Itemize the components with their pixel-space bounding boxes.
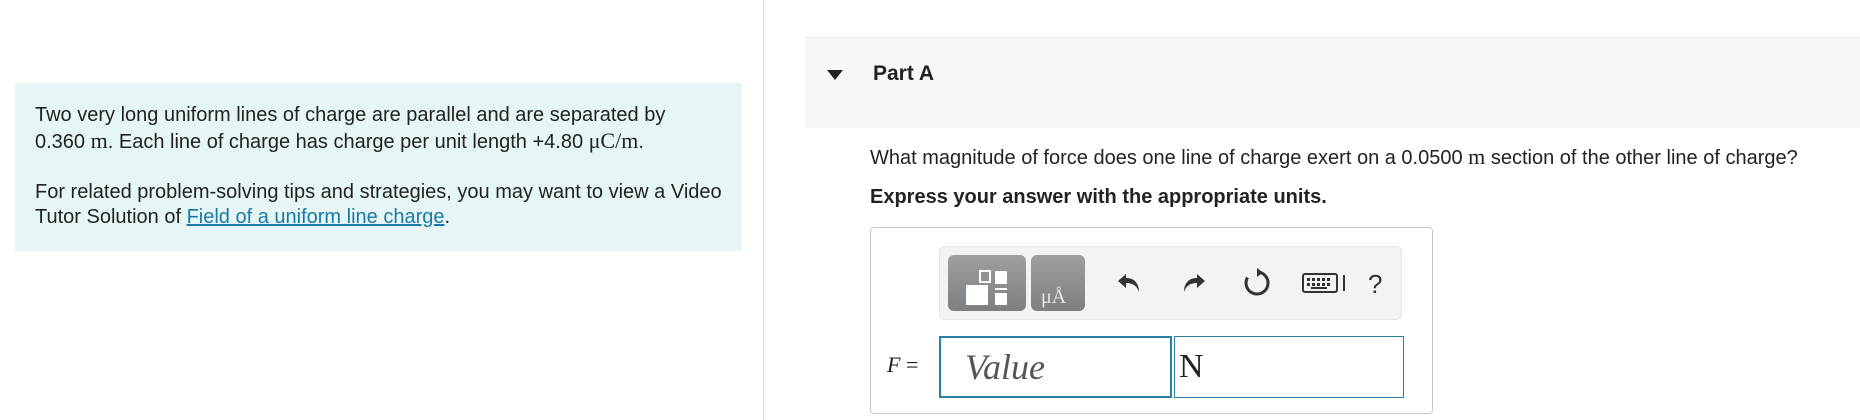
video-tutor-link[interactable]: Field of a uniform line charge	[187, 206, 445, 228]
problem-text-line1: Two very long uniform lines of charge ar…	[35, 104, 666, 126]
separation-value: 0.360	[35, 131, 86, 153]
part-title: Part A	[873, 62, 935, 85]
answer-variable: F	[887, 352, 901, 377]
undo-icon	[1118, 274, 1139, 292]
column-divider	[763, 0, 764, 420]
units-button[interactable]: μÅ	[1031, 255, 1085, 311]
question-text: What magnitude of force does one line of…	[870, 144, 1798, 170]
problem-statement: Two very long uniform lines of charge ar…	[35, 103, 722, 155]
answer-equals: =	[905, 352, 919, 377]
problem-text-line2: . Each line of charge has charge per uni…	[107, 131, 584, 153]
math-toolbar: μÅ ?	[939, 246, 1402, 320]
question-length-unit: m	[1468, 144, 1486, 169]
answer-instruction: Express your answer with the appropriate…	[870, 186, 1327, 208]
redo-button[interactable]	[1175, 265, 1211, 301]
keyboard-button[interactable]	[1302, 265, 1348, 301]
units-button-label: μÅ	[1041, 286, 1067, 308]
keyboard-icon	[1302, 273, 1345, 293]
units-icon: μÅ	[1041, 286, 1067, 308]
templates-button[interactable]	[948, 255, 1026, 311]
charge-density-unit: μC/m	[588, 128, 639, 153]
reset-button[interactable]	[1239, 265, 1275, 301]
answer-variable-label: F =	[887, 352, 918, 378]
reset-icon	[1244, 268, 1270, 296]
problem-intro-panel: Two very long uniform lines of charge ar…	[15, 83, 742, 251]
templates-icon	[966, 270, 1007, 305]
tips-period: .	[444, 206, 451, 228]
page: Two very long uniform lines of charge ar…	[0, 0, 1860, 420]
units-input[interactable]	[1174, 336, 1404, 398]
part-a-header[interactable]: Part A	[805, 37, 1860, 128]
question-text-before: What magnitude of force does one line of…	[870, 147, 1463, 169]
collapse-caret-icon[interactable]	[827, 70, 843, 80]
redo-icon	[1184, 274, 1205, 292]
problem-text-period: .	[638, 131, 644, 153]
separation-unit: m	[90, 128, 108, 153]
question-text-after: section of the other line of charge?	[1490, 147, 1798, 169]
undo-button[interactable]	[1112, 265, 1148, 301]
help-button[interactable]: ?	[1368, 269, 1382, 300]
value-input[interactable]	[939, 336, 1172, 398]
tips-paragraph: For related problem-solving tips and str…	[35, 180, 722, 230]
answer-box: μÅ ? F = Value N	[870, 227, 1433, 414]
